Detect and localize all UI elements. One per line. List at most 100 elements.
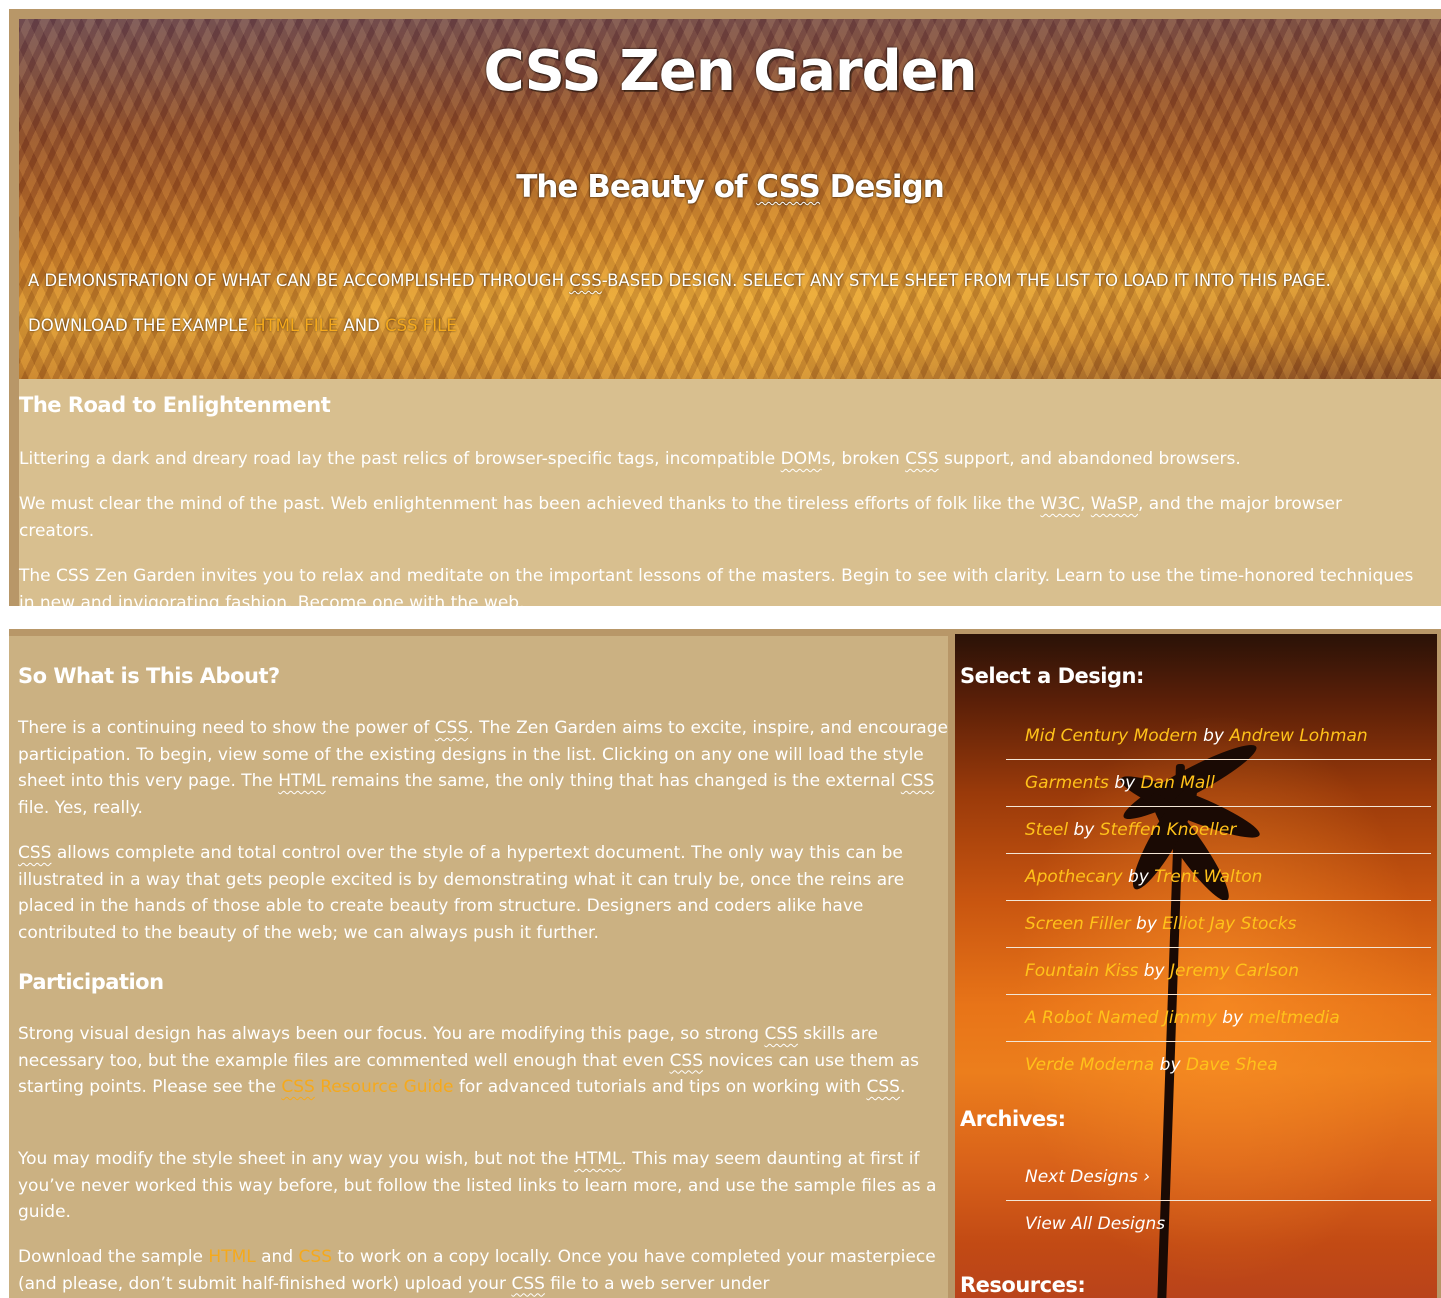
design-list-item: Garments by Dan Mall <box>1006 761 1431 807</box>
design-list-item: Apothecary by Trent Walton <box>1006 855 1431 901</box>
text: and <box>255 1247 299 1267</box>
wasp-abbr: WaSP <box>1090 494 1138 514</box>
text: file. Yes, really. <box>18 797 143 818</box>
by-label: by <box>1222 1008 1244 1028</box>
designer-link[interactable]: Andrew Lohman <box>1229 726 1367 746</box>
next-designs-link[interactable]: Next Designs › <box>1025 1167 1150 1187</box>
intro-text: A demonstration of what can be accomplis… <box>28 271 570 290</box>
preamble-heading: The Road to Enlightenment <box>19 393 331 417</box>
w3c-abbr: W3C <box>1040 494 1080 514</box>
text: allows complete and total control over t… <box>18 843 905 943</box>
design-name-link[interactable]: Fountain Kiss <box>1025 961 1138 981</box>
designer-link[interactable]: Jeremy Carlson <box>1170 961 1299 981</box>
archives-heading: Archives: <box>960 1107 1066 1131</box>
site-title: CSS Zen Garden <box>483 39 977 104</box>
text: support, and abandoned browsers. <box>938 449 1241 469</box>
html-file-link[interactable]: html file <box>253 316 338 335</box>
css-abbr: CSS <box>281 1077 315 1097</box>
text: Strong visual design has always been our… <box>18 1024 765 1044</box>
resources-heading: Resources: <box>960 1273 1086 1297</box>
css-abbr: CSS <box>764 1024 798 1044</box>
text: Littering a dark and dreary road lay the… <box>19 449 781 469</box>
design-list-item: Screen Filler by Elliot Jay Stocks <box>1006 902 1431 948</box>
css-abbr: CSS <box>669 1050 704 1071</box>
by-label: by <box>1159 1055 1181 1075</box>
designer-link[interactable]: Steffen Knoeller <box>1100 820 1237 840</box>
text: remains the same, the only thing that ha… <box>325 771 901 791</box>
view-all-designs-link[interactable]: View All Designs <box>1025 1214 1165 1234</box>
design-name-link[interactable]: Garments <box>1025 773 1109 793</box>
design-list-item: Verde Moderna by Dave Shea <box>1006 1043 1431 1088</box>
download-text: Download the example <box>28 316 254 335</box>
css-abbr: CSS <box>900 771 935 791</box>
design-list-item: Mid Century Modern by Andrew Lohman <box>1006 714 1431 760</box>
design-list-item: Fountain Kiss by Jeremy Carlson <box>1006 949 1431 995</box>
tagline-text-end: Design <box>819 169 945 205</box>
designer-link[interactable]: meltmedia <box>1248 1008 1339 1028</box>
design-name-link[interactable]: Screen Filler <box>1025 914 1131 934</box>
design-list-item: Steel by Steffen Knoeller <box>1006 808 1431 854</box>
participation-heading: Participation <box>18 970 164 994</box>
by-label: by <box>1127 867 1149 887</box>
sidebar: Select a Design: Mid Century Modern by A… <box>955 634 1437 1298</box>
intro-text-end: -based design. Select any style sheet fr… <box>601 271 1331 290</box>
css-abbr: CSS <box>18 843 52 863</box>
text: s, broken <box>821 449 906 469</box>
html-abbr: HTML <box>278 771 326 791</box>
sample-css-link[interactable]: CSS <box>299 1247 332 1267</box>
css-abbr: CSS <box>434 718 469 738</box>
intro-summary: A demonstration of what can be accomplis… <box>28 269 1331 293</box>
design-name-link[interactable]: A Robot Named Jimmy <box>1025 1008 1217 1028</box>
css-resource-guide-link[interactable]: CSS Resource Guide <box>281 1077 453 1097</box>
about-paragraph: CSS allows complete and total control ov… <box>18 840 948 946</box>
by-label: by <box>1073 820 1095 840</box>
tagline-text: The Beauty of <box>516 169 757 205</box>
by-label: by <box>1143 961 1165 981</box>
text: for advanced tutorials and tips on worki… <box>453 1077 867 1097</box>
about-heading: So What is This About? <box>18 664 280 688</box>
css-abbr: CSS <box>569 271 602 290</box>
design-name-link[interactable]: Steel <box>1025 820 1068 840</box>
by-label: by <box>1136 914 1157 934</box>
download-line: Download the example html file and css f… <box>28 314 457 338</box>
designer-link[interactable]: Dan Mall <box>1141 773 1215 793</box>
archive-list: Next Designs › View All Designs <box>1006 1155 1431 1248</box>
designer-link[interactable]: Trent Walton <box>1154 867 1262 887</box>
design-list-item: A Robot Named Jimmy by meltmedia <box>1006 996 1431 1042</box>
by-label: by <box>1203 726 1224 746</box>
text: Download the sample <box>18 1247 209 1267</box>
participation-paragraph: Download the sample HTML and CSS to work… <box>18 1244 948 1297</box>
download-and-text: and <box>338 316 386 335</box>
css-file-link[interactable]: css file <box>385 316 457 335</box>
dom-abbr: DOM <box>780 449 822 469</box>
participation-paragraph: You may modify the style sheet in any wa… <box>18 1146 948 1226</box>
content-panel: So What is This About? There is a contin… <box>9 629 1441 1298</box>
archive-list-item: View All Designs <box>1006 1202 1431 1247</box>
css-abbr: CSS <box>905 449 939 469</box>
html-abbr: HTML <box>574 1149 622 1169</box>
intro-panel: CSS Zen Garden The Beauty of CSS Design … <box>9 9 1441 613</box>
designer-link[interactable]: Dave Shea <box>1186 1055 1278 1075</box>
text: file to a web server under <box>544 1273 770 1294</box>
preamble-paragraph: Littering a dark and dreary road lay the… <box>19 446 1419 473</box>
main-content: So What is This About? There is a contin… <box>9 636 948 1298</box>
header-banner: CSS Zen Garden The Beauty of CSS Design … <box>19 19 1441 379</box>
link-text: Resource Guide <box>314 1077 454 1097</box>
text: We must clear the mind of the past. Web … <box>19 494 1041 514</box>
sample-html-link[interactable]: HTML <box>208 1247 255 1267</box>
by-label: by <box>1114 773 1136 793</box>
designer-link[interactable]: Elliot Jay Stocks <box>1162 914 1296 934</box>
css-abbr: CSS <box>866 1077 900 1097</box>
text: . <box>899 1077 906 1097</box>
site-tagline: The Beauty of CSS Design <box>19 167 1441 207</box>
participation-paragraph: Strong visual design has always been our… <box>18 1021 948 1101</box>
text: You may modify the style sheet in any wa… <box>18 1149 575 1169</box>
about-paragraph: There is a continuing need to show the p… <box>18 715 948 821</box>
text: There is a continuing need to show the p… <box>18 718 435 738</box>
text: , <box>1079 494 1091 514</box>
design-name-link[interactable]: Mid Century Modern <box>1025 726 1198 746</box>
select-design-heading: Select a Design: <box>960 664 1144 688</box>
design-name-link[interactable]: Verde Moderna <box>1025 1055 1154 1075</box>
design-name-link[interactable]: Apothecary <box>1025 867 1123 887</box>
css-abbr: CSS <box>511 1273 545 1294</box>
